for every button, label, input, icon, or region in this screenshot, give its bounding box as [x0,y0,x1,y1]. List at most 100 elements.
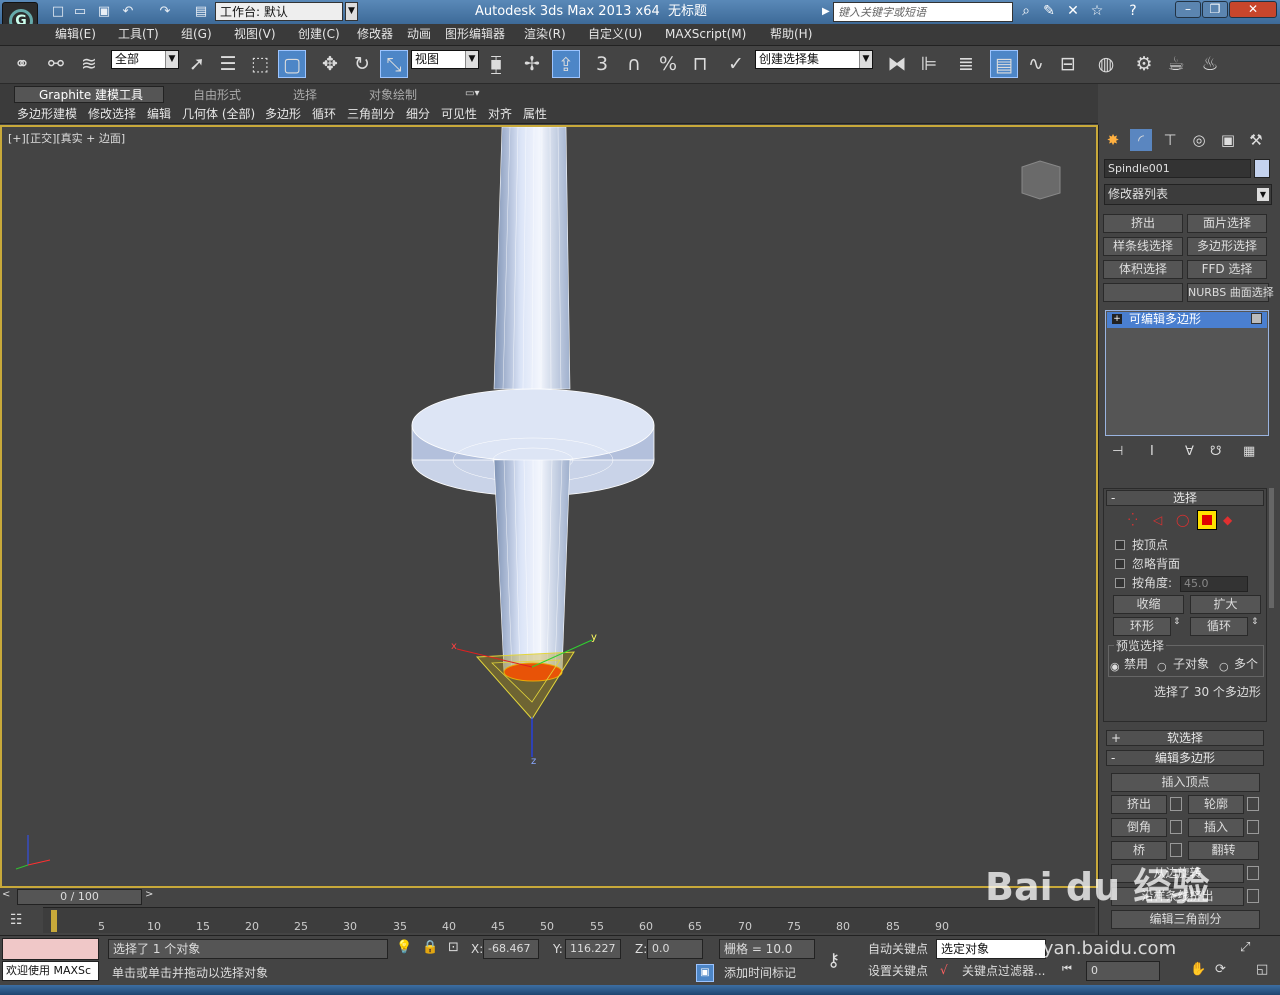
favorites-star-icon[interactable]: ☆ [1088,3,1106,21]
z-coord-field[interactable]: 0.0 [647,939,703,959]
stack-item-toggle[interactable] [1251,313,1262,324]
mod-volume-select-button[interactable]: 体积选择 [1103,260,1183,279]
angle-snap-icon[interactable]: ∩ [620,50,648,78]
rotate-icon[interactable]: ↻ [348,50,376,78]
subtab-triangulation[interactable]: 三角剖分 [347,108,395,120]
binoculars-icon[interactable]: ⌕ [1017,3,1035,21]
prev-frame-arrow-icon[interactable]: < [2,889,10,900]
menu-group[interactable]: 组(G) [181,28,212,40]
search-expand-icon[interactable]: ▶ [822,6,830,17]
vertex-mode-icon[interactable]: ⁛ [1128,513,1138,527]
new-file-icon[interactable]: □ [50,4,66,20]
edit-named-selection-icon[interactable]: ✓ [722,50,750,78]
keyboard-shortcut-override-icon[interactable]: ⇪ [552,50,580,78]
time-tag-icon[interactable]: ▣ [696,964,714,982]
viewcube-icon[interactable] [1021,160,1061,200]
by-vertex-checkbox[interactable] [1115,540,1125,550]
maxscript-mini-listener[interactable]: 欢迎使用 MAXSc [2,961,99,981]
maxscript-listener-pink[interactable] [2,938,99,960]
auto-key-button[interactable]: 自动关键点 [868,943,928,955]
remove-modifier-icon[interactable]: ☋ [1210,444,1222,459]
menu-rendering[interactable]: 渲染(R) [524,28,566,40]
hierarchy-tab-icon[interactable]: ⊤ [1159,129,1181,151]
display-tab-icon[interactable]: ▣ [1217,129,1239,151]
outline-settings-icon[interactable] [1247,797,1259,811]
subtab-modify-selection[interactable]: 修改选择 [88,108,136,120]
next-frame-arrow-icon[interactable]: > [145,889,153,900]
menu-maxscript[interactable]: MAXScript(M) [665,28,746,40]
mod-empty-button[interactable] [1103,283,1183,302]
ribbon-options-icon[interactable]: ▭▾ [465,88,479,99]
make-unique-icon[interactable]: ∀ [1185,444,1194,459]
hinge-settings-icon[interactable] [1247,866,1259,880]
isolate-bulb-icon[interactable]: 💡 [396,940,412,955]
show-end-result-icon[interactable]: Ⅰ [1150,444,1154,459]
current-frame-field[interactable]: 0 [1086,961,1160,981]
menu-graph-editors[interactable]: 图形编辑器 [445,28,505,40]
help-icon[interactable]: ? [1124,3,1142,21]
communication-icon[interactable]: ✕ [1064,3,1082,21]
bevel-button[interactable]: 倒角 [1111,818,1167,837]
named-selection-dropdown[interactable]: 创建选择集 ▼ [755,50,873,69]
extrude-spline-settings-icon[interactable] [1247,889,1259,903]
layer-manager-icon[interactable]: ≣ [952,50,980,78]
configure-sets-icon[interactable]: ▦ [1243,444,1255,459]
unlink-icon[interactable]: ⚯ [42,50,70,78]
maximize-button[interactable]: ❐ [1202,1,1228,18]
mini-curve-editor-icon[interactable]: ☷ [10,912,23,928]
minimize-button[interactable]: – [1175,1,1201,18]
subtab-polygons[interactable]: 多边形 [265,108,301,120]
subtab-loops[interactable]: 循环 [312,108,336,120]
soft-selection-rollout-header[interactable]: + 软选择 [1106,730,1264,746]
motion-tab-icon[interactable]: ◎ [1188,129,1210,151]
project-folder-icon[interactable]: ▤ [193,4,209,20]
workspace-dropdown[interactable]: 工作台: 默认 [215,2,343,21]
menu-animation[interactable]: 动画 [407,28,431,40]
mod-ffd-select-button[interactable]: FFD 选择 [1187,260,1267,279]
selection-rollout-header[interactable]: - 选择 [1106,490,1264,506]
menu-help[interactable]: 帮助(H) [770,28,812,40]
panel-scrollbar[interactable] [1269,488,1274,608]
time-slider[interactable]: 0 / 100 [17,889,142,905]
mirror-icon[interactable]: ⧓ [883,50,911,78]
search-input[interactable]: 键入关键字或短语 [833,2,1013,22]
subtab-geometry-all[interactable]: 几何体 (全部) [182,108,255,120]
ignore-backfacing-checkbox[interactable] [1115,559,1125,569]
bind-space-warp-icon[interactable]: ≋ [75,50,103,78]
viewport-front[interactable]: [+][正交][真实 + 边面] x y z [0,125,1098,888]
mod-nurbs-select-button[interactable]: NURBS 曲面选择 [1187,283,1274,302]
preview-multi-radio[interactable]: ○ [1219,660,1229,673]
object-name-field[interactable]: Spindle001 [1104,159,1251,178]
add-time-tag-button[interactable]: 添加时间标记 [724,967,796,979]
modifier-list-dropdown[interactable]: 修改器列表 ▼ [1104,184,1272,205]
outline-button[interactable]: 轮廓 [1188,795,1244,814]
y-coord-field[interactable]: 116.227 [565,939,621,959]
element-mode-icon[interactable]: ◆ [1223,513,1232,527]
subtab-subdivision[interactable]: 细分 [406,108,430,120]
expand-plus-icon[interactable]: + [1112,314,1122,324]
workspace-arrow-icon[interactable]: ▼ [345,2,358,21]
orbit-icon[interactable]: ⟳ [1215,962,1226,977]
rect-selection-icon[interactable]: ⬚ [246,50,274,78]
menu-edit[interactable]: 编辑(E) [55,28,96,40]
select-by-name-icon[interactable]: ☰ [214,50,242,78]
goto-start-icon[interactable]: ⏮ [1062,962,1072,976]
move-icon[interactable]: ✥ [316,50,344,78]
preview-disabled-radio[interactable]: ◉ [1110,660,1120,673]
preview-subobject-radio[interactable]: ○ [1157,660,1167,673]
extrude-settings-icon[interactable] [1170,797,1182,811]
menu-views[interactable]: 视图(V) [234,28,276,40]
subtab-polygon-modeling[interactable]: 多边形建模 [17,108,77,120]
subtab-align[interactable]: 对齐 [488,108,512,120]
pivot-center-icon[interactable]: ⧯ [482,50,510,78]
select-object-icon[interactable]: ➚ [183,50,211,78]
link-icon[interactable]: ⚭ [8,50,36,78]
bridge-settings-icon[interactable] [1170,843,1182,857]
open-file-icon[interactable]: ▭ [72,4,88,20]
flip-button[interactable]: 翻转 [1188,841,1259,860]
selection-filter-dropdown[interactable]: 全部 ▼ [111,50,179,69]
menu-customize[interactable]: 自定义(U) [588,28,642,40]
pin-stack-icon[interactable]: ⊣ [1112,444,1123,459]
menu-create[interactable]: 创建(C) [298,28,340,40]
align-icon[interactable]: ⊫ [915,50,943,78]
